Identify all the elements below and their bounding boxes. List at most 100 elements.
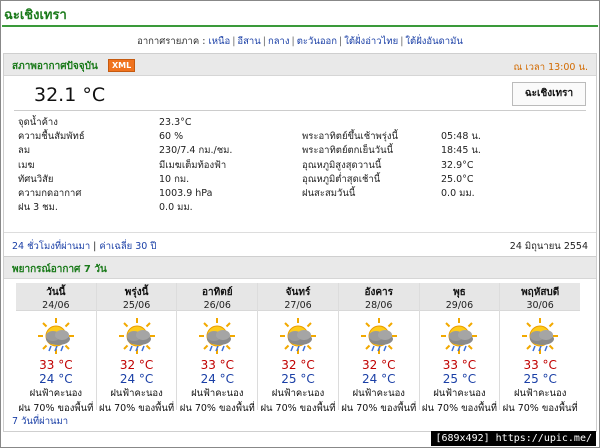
forecast-day-date: 30/06 bbox=[526, 300, 554, 311]
obs-label: พระอาทิตย์ตกเย็นวันนี้ bbox=[302, 145, 394, 157]
forecast-min-temp: 24 °C bbox=[119, 372, 154, 386]
forecast-day-header: วันนี้ 24/06 bbox=[16, 283, 96, 311]
obs-value: 18:45 น. bbox=[441, 145, 481, 157]
sun-cloud-rain-icon bbox=[439, 316, 479, 356]
obs-label: ลม bbox=[18, 145, 31, 157]
forecast-day: อาทิตย์ 26/06 33 °C 24 °C ฝนฟ้าคะนอง ฝน 70% ข… bbox=[176, 283, 258, 414]
forecast-footer: 7 วันที่ผ่านมา bbox=[12, 414, 68, 429]
obs-row-empty bbox=[302, 116, 582, 130]
forecast-max-temp: 32 °C bbox=[362, 358, 396, 372]
forecast-rain-chance: ฝน 70% ของพื้นที่ bbox=[341, 403, 417, 414]
obs-row-max-yesterday: อุณหภูมิสูงสุดวานนี้ 32.9°C bbox=[302, 159, 582, 173]
forecast-description: ฝนฟ้าคะนอง bbox=[271, 388, 325, 399]
page-title: ฉะเชิงเทรา bbox=[4, 8, 67, 23]
forecast-min-temp: 24 °C bbox=[362, 372, 396, 386]
forecast-rain-chance: ฝน 70% ของพื้นที่ bbox=[179, 403, 255, 414]
current-temperature: 32.1 °C bbox=[34, 84, 106, 106]
region-link-central[interactable]: กลาง bbox=[268, 36, 290, 47]
obs-value: 230/7.4 กม./ชม. bbox=[159, 145, 233, 157]
sun-cloud-rain-icon bbox=[117, 316, 157, 356]
region-link-east[interactable]: ตะวันออก bbox=[297, 36, 337, 47]
30-year-average-link[interactable]: ค่าเฉลี่ย 30 ปี bbox=[99, 241, 156, 252]
forecast-description: ฝนฟ้าคะนอง bbox=[191, 388, 244, 399]
obs-row-visibility: ทัศนวิสัย 10 กม. bbox=[18, 173, 288, 187]
obs-value: 60 % bbox=[159, 131, 184, 143]
current-weather-panel: สภาพอากาศปัจจุบัน XML ณ เวลา 13:00 น. 32… bbox=[3, 53, 597, 257]
forecast-day-date: 26/06 bbox=[203, 300, 231, 311]
forecast-day: พุธ 29/06 33 °C 25 °C ฝนฟ้าคะนอง ฝน 70% ของพื… bbox=[418, 283, 500, 414]
obs-value: 25.0°C bbox=[441, 173, 474, 185]
forecast-day-name: อาทิตย์ bbox=[202, 287, 233, 298]
forecast-day-name: พฤหัสบดี bbox=[521, 287, 560, 298]
forecast-day-date: 27/06 bbox=[284, 300, 312, 311]
obs-row-sunset: พระอาทิตย์ตกเย็นวันนี้ 18:45 น. bbox=[302, 144, 582, 158]
obs-label: ฝน 3 ชม. bbox=[18, 202, 58, 214]
forecast-max-temp: 33 °C bbox=[523, 358, 557, 372]
obs-row-humidity: ความชื้นสัมพัทธ์ 60 % bbox=[18, 130, 288, 144]
forecast-rain-chance: ฝน 70% ของพื้นที่ bbox=[99, 403, 175, 414]
region-link-south-gulf[interactable]: ใต้ฝั่งอ่าวไทย bbox=[344, 36, 398, 47]
forecast-description: ฝนฟ้าคะนอง bbox=[110, 388, 163, 399]
forecast-rain-chance: ฝน 70% ของพื้นที่ bbox=[421, 403, 497, 414]
past-7-days-link[interactable]: 7 วันที่ผ่านมา bbox=[12, 416, 68, 427]
nav-separator: | bbox=[262, 36, 266, 47]
obs-value: 0.0 มม. bbox=[159, 202, 193, 214]
obs-label: ทัศนวิสัย bbox=[18, 173, 54, 185]
nav-separator: | bbox=[232, 36, 236, 47]
forecast-description: ฝนฟ้าคะนอง bbox=[352, 388, 405, 399]
forecast-min-temp: 25 °C bbox=[281, 372, 315, 386]
region-nav-prefix: อากาศรายภาค : bbox=[137, 36, 206, 47]
obs-row-cloud: เมฆ มีเมฆเต็มท้องฟ้า bbox=[18, 159, 288, 173]
forecast-max-temp: 33 °C bbox=[442, 358, 477, 372]
title-divider bbox=[2, 25, 598, 27]
forecast-day-header: พรุ่งนี้ 25/06 bbox=[96, 283, 177, 311]
forecast-min-temp: 24 °C bbox=[200, 372, 235, 386]
forecast-day-header: อังคาร 28/06 bbox=[338, 283, 419, 311]
forecast-day-date: 28/06 bbox=[365, 300, 393, 311]
obs-row-sunrise: พระอาทิตย์ขึ้นเช้าพรุ่งนี้ 05:48 น. bbox=[302, 130, 582, 144]
forecast-day-name: พรุ่งนี้ bbox=[124, 287, 149, 298]
forecast-day-header: จันทร์ 27/06 bbox=[258, 283, 338, 311]
past-24h-link[interactable]: 24 ชั่วโมงที่ผ่านมา bbox=[12, 241, 90, 252]
forecast-day-date: 25/06 bbox=[122, 300, 151, 311]
obs-value: 1003.9 hPa bbox=[159, 187, 213, 199]
forecast-max-temp: 32 °C bbox=[119, 358, 154, 372]
forecast-min-temp: 25 °C bbox=[523, 372, 557, 386]
current-date: 24 มิถุนายน 2554 bbox=[509, 241, 588, 252]
forecast-days: วันนี้ 24/06 33 °C 24 °C ฝนฟ้าคะนอง ฝน 70% ขอ… bbox=[16, 283, 581, 414]
region-link-north[interactable]: เหนือ bbox=[209, 36, 231, 47]
forecast-title: พยากรณ์อากาศ 7 วัน bbox=[12, 264, 107, 275]
upic-watermark: [689x492] https://upic.me/ bbox=[431, 431, 596, 446]
forecast-day: พฤหัสบดี 30/06 33 °C 25 °C ฝนฟ้าคะนอง ฝน 70% … bbox=[499, 283, 581, 414]
obs-value: 0.0 มม. bbox=[441, 187, 475, 199]
sun-cloud-rain-icon bbox=[359, 316, 399, 356]
divider bbox=[14, 110, 586, 111]
forecast-description: ฝนฟ้าคะนอง bbox=[513, 388, 567, 399]
observations-right: พระอาทิตย์ขึ้นเช้าพรุ่งนี้ 05:48 น. พระอา… bbox=[302, 116, 582, 201]
current-weather-title: สภาพอากาศปัจจุบัน bbox=[12, 61, 98, 72]
obs-label: จุดน้ำค้าง bbox=[18, 117, 58, 128]
region-link-northeast[interactable]: อีสาน bbox=[237, 36, 260, 47]
current-weather-header: สภาพอากาศปัจจุบัน XML ณ เวลา 13:00 น. bbox=[4, 54, 596, 76]
current-weather-footer: 24 ชั่วโมงที่ผ่านมา | ค่าเฉลี่ย 30 ปี 24… bbox=[4, 232, 596, 256]
forecast-day-name: จันทร์ bbox=[285, 287, 311, 298]
forecast-header: พยากรณ์อากาศ 7 วัน bbox=[4, 257, 596, 279]
obs-row-pressure: ความกดอากาศ 1003.9 hPa bbox=[18, 187, 288, 201]
obs-label: ความกดอากาศ bbox=[18, 187, 82, 199]
forecast-min-temp: 24 °C bbox=[39, 372, 73, 386]
sun-cloud-rain-icon bbox=[278, 316, 318, 356]
sun-cloud-rain-icon bbox=[197, 316, 237, 356]
obs-label: ฝนสะสมวันนี้ bbox=[302, 187, 356, 199]
obs-label: อุณหภูมิสูงสุดวานนี้ bbox=[302, 159, 382, 171]
xml-feed-badge[interactable]: XML bbox=[108, 59, 136, 72]
forecast-day-header: พฤหัสบดี 30/06 bbox=[500, 283, 581, 311]
forecast-day-header: อาทิตย์ 26/06 bbox=[177, 283, 258, 311]
forecast-max-temp: 33 °C bbox=[39, 358, 73, 372]
sun-cloud-rain-icon bbox=[36, 316, 76, 356]
forecast-max-temp: 32 °C bbox=[281, 358, 315, 372]
forecast-description: ฝนฟ้าคะนอง bbox=[433, 388, 486, 399]
region-link-south-andaman[interactable]: ใต้ฝั่งอันดามัน bbox=[405, 36, 462, 47]
obs-row-min-today: อุณหภูมิต่ำสุดเช้านี้ 25.0°C bbox=[302, 173, 582, 187]
obs-label: อุณหภูมิต่ำสุดเช้านี้ bbox=[302, 173, 381, 185]
forecast-day: วันนี้ 24/06 33 °C 24 °C ฝนฟ้าคะนอง ฝน 70% ขอ… bbox=[16, 283, 96, 414]
